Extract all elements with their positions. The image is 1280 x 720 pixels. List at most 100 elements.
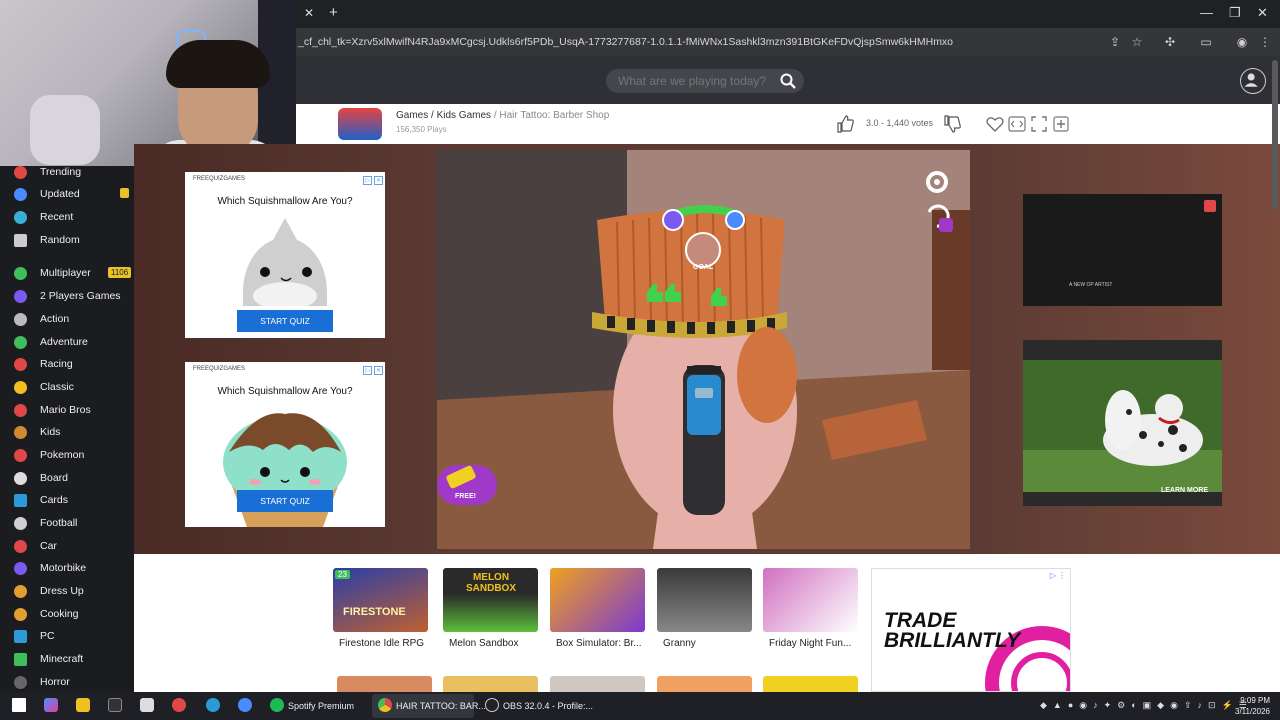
game-card-partial[interactable]	[657, 676, 752, 692]
trade-ad[interactable]: ▷ ⋮ TRADE BRILLIANTLY	[871, 568, 1071, 692]
thumbs-down-icon[interactable]	[942, 114, 962, 134]
taskbar-clock[interactable]: 9:09 PM 3/11/2026	[1235, 695, 1270, 717]
game-card[interactable]: MELON SANDBOX Melon Sandbox	[443, 568, 538, 656]
thumbs-up-icon[interactable]	[835, 114, 855, 134]
sidebar-item-recent[interactable]: Recent	[0, 208, 134, 228]
system-tray-icons[interactable]: ◆▲●◉♪✦⚙◐▣◆◉⇪♪⊡⚡☰	[1040, 700, 1253, 711]
epic-games-icon[interactable]	[108, 698, 122, 712]
taskbar-app-spotify[interactable]: Spotify Premium	[288, 696, 354, 716]
sidebar-item-mario-bros[interactable]: Mario Bros	[0, 401, 134, 421]
browser-icon[interactable]	[238, 698, 252, 712]
sidebar-item-pc[interactable]: PC	[0, 627, 134, 647]
bookmark-star-icon[interactable]: ☆	[1130, 35, 1144, 49]
taskbar-app-chrome[interactable]: HAIR TATTOO: BAR...	[396, 696, 486, 716]
sidebar-item-car[interactable]: Car	[0, 537, 134, 557]
taskbar-app-obs[interactable]: OBS 32.0.4 - Profile:...	[503, 696, 593, 716]
user-account-icon[interactable]	[1240, 68, 1266, 94]
app-icon[interactable]	[206, 698, 220, 712]
ad-close-icon[interactable]: ✕	[374, 366, 383, 375]
game-card-title[interactable]: Granny	[663, 638, 751, 649]
url-text[interactable]: _cf_chl_tk=Xzrv5xlMwifN4RJa9xMCgcsj.Udkl…	[298, 36, 953, 48]
sidebar-item-classic[interactable]: Classic	[0, 378, 134, 398]
game-card-partial[interactable]	[550, 676, 645, 692]
game-card[interactable]: Friday Night Fun...	[763, 568, 858, 656]
opera-icon[interactable]	[172, 698, 186, 712]
sidebar-item-motorbike[interactable]: Motorbike	[0, 559, 134, 579]
sidebar-item-multiplayer[interactable]: Multiplayer 1106	[0, 264, 134, 284]
breadcrumb-kids-games[interactable]: Kids Games	[437, 110, 491, 121]
sidebar-item-dress-up[interactable]: Dress Up	[0, 582, 134, 602]
close-window-icon[interactable]: ✕	[1257, 5, 1268, 21]
settings-gear-icon[interactable]	[927, 172, 947, 192]
ad-close-icon[interactable]: ✕	[374, 176, 383, 185]
sidebar-item-racing[interactable]: Racing	[0, 355, 134, 375]
game-card-partial[interactable]	[763, 676, 858, 692]
game-card[interactable]: FIRESTONE 23 Firestone Idle RPG	[333, 568, 428, 656]
sidebar-item-pokemon[interactable]: Pokemon	[0, 446, 134, 466]
search-icon[interactable]	[780, 73, 796, 89]
side-panel-icon[interactable]: ▭	[1199, 35, 1213, 49]
minimize-icon[interactable]: —	[1200, 5, 1213, 20]
menu-dots-icon[interactable]: ⋮	[1258, 35, 1272, 49]
file-explorer-icon[interactable]	[76, 698, 90, 712]
copilot-icon[interactable]	[44, 698, 58, 712]
game-card[interactable]: Granny	[657, 568, 752, 656]
ad-brand: FREEQUIZGAMES	[193, 366, 246, 372]
game-card-title[interactable]: Box Simulator: Br...	[556, 638, 644, 649]
game-card-partial[interactable]	[337, 676, 432, 692]
embed-code-icon[interactable]	[1007, 114, 1027, 134]
sidebar-item-cooking[interactable]: Cooking	[0, 605, 134, 625]
sidebar-item-updated[interactable]: Updated	[0, 185, 134, 205]
sidebar-item-cards[interactable]: Cards	[0, 491, 134, 511]
install-app-icon[interactable]: ⇪	[1108, 35, 1122, 49]
extensions-icon[interactable]: ✣	[1163, 35, 1177, 49]
fullscreen-icon[interactable]	[1029, 114, 1049, 134]
sidebar-item-action[interactable]: Action	[0, 310, 134, 330]
game-card-title[interactable]: Melon Sandbox	[449, 638, 537, 649]
close-tab-icon[interactable]: ✕	[304, 6, 314, 20]
game-card-title[interactable]: Friday Night Fun...	[769, 638, 857, 649]
obs-icon[interactable]	[485, 698, 499, 712]
sidebar-item-adventure[interactable]: Adventure	[0, 333, 134, 353]
sidebar-item-board[interactable]: Board	[0, 469, 134, 489]
restart-icon[interactable]	[927, 206, 947, 226]
page-scrollbar[interactable]	[1272, 60, 1278, 210]
ad-menu-icon[interactable]: ⋮	[1058, 571, 1066, 580]
breadcrumb-games[interactable]: Games	[396, 110, 428, 121]
chrome-icon[interactable]	[378, 698, 392, 712]
sidebar-item-random[interactable]: Random	[0, 231, 134, 251]
trending-icon	[14, 166, 27, 179]
sidebar-item-football[interactable]: Football	[0, 514, 134, 534]
video-ad[interactable]: A NEW OP ARTIST	[1023, 194, 1222, 306]
ad-choices-icon[interactable]: ▷	[1050, 571, 1056, 580]
game-canvas[interactable]: GOAL FREE!	[437, 150, 970, 549]
game-card[interactable]: Box Simulator: Br...	[550, 568, 645, 656]
quiz-ad-2[interactable]: FREEQUIZGAMES ▷ ✕ Which Squishmallow Are…	[185, 362, 385, 527]
search-input[interactable]	[618, 73, 768, 89]
start-quiz-button[interactable]: START QUIZ	[237, 490, 333, 512]
profile-icon[interactable]: ◉	[1235, 35, 1249, 49]
ad-choices-icon[interactable]: ▷	[363, 366, 372, 375]
learn-more-button[interactable]: LEARN MORE	[1161, 487, 1208, 494]
restore-icon[interactable]: ❐	[1229, 5, 1241, 21]
game-card-partial[interactable]	[443, 676, 538, 692]
dog-ad[interactable]: LEARN MORE	[1023, 340, 1222, 506]
spotify-icon[interactable]	[270, 698, 284, 712]
search-box[interactable]	[606, 69, 804, 93]
address-bar[interactable]: _cf_chl_tk=Xzrv5xlMwifN4RJa9xMCgcsj.Udkl…	[296, 28, 1280, 56]
quiz-ad-1[interactable]: FREEQUIZGAMES ▷ ✕ Which Squishmallow Are…	[185, 172, 385, 338]
heart-icon[interactable]	[985, 114, 1005, 134]
sidebar-item-horror[interactable]: Horror	[0, 673, 134, 693]
game-card-title[interactable]: Firestone Idle RPG	[339, 638, 427, 649]
ad-choices-icon[interactable]: ▷	[363, 176, 372, 185]
start-quiz-button[interactable]: START QUIZ	[237, 310, 333, 332]
sidebar-item-trending[interactable]: Trending	[0, 163, 134, 183]
new-tab-icon[interactable]: +	[329, 4, 338, 21]
sidebar-item-minecraft[interactable]: Minecraft	[0, 650, 134, 670]
calendar-icon[interactable]	[140, 698, 154, 712]
free-badge[interactable]: FREE!	[455, 493, 476, 500]
sidebar-item-kids[interactable]: Kids	[0, 423, 134, 443]
windows-start-icon[interactable]	[12, 698, 26, 712]
add-to-list-icon[interactable]	[1051, 114, 1071, 134]
sidebar-item-2-players[interactable]: 2 Players Games	[0, 287, 134, 307]
